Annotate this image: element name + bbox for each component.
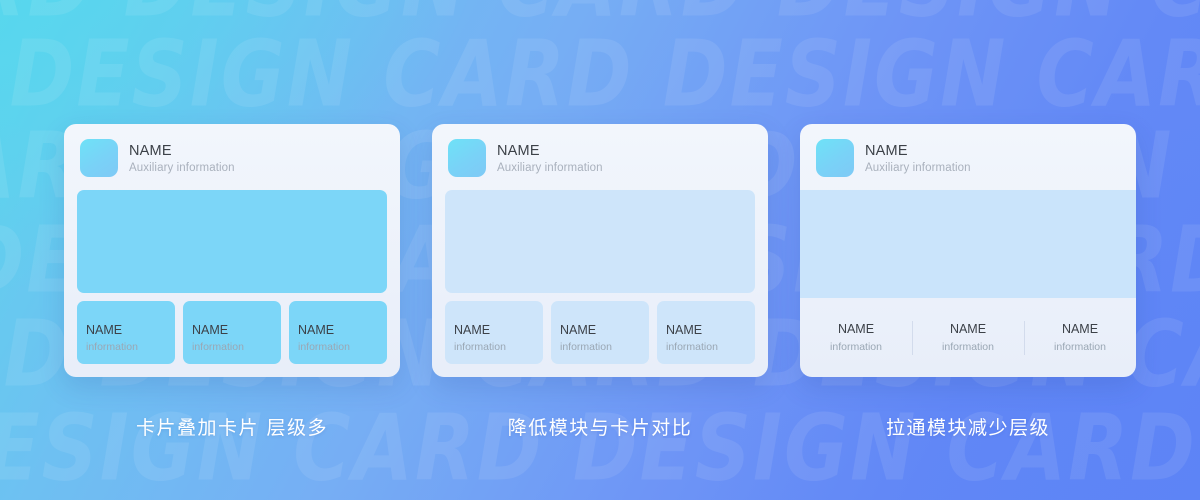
stat-name: NAME <box>837 322 875 336</box>
card-header-text: NAME Auxiliary information <box>497 143 603 174</box>
card-caption: 拉通模块减少层级 <box>885 417 1050 439</box>
stat-name: NAME <box>298 323 335 337</box>
card-design-comparison-board: CARD DESIGN CARD DESIGN CARD DESIGN CARD… <box>0 0 1200 500</box>
card-column-3: NAME Auxiliary information NAME informat… <box>800 124 1136 440</box>
stat-tile[interactable]: NAME information <box>445 301 543 364</box>
stat-tile-group: NAME information NAME information NAME i… <box>445 301 755 364</box>
stat-info: information <box>298 341 350 353</box>
card-caption: 降低模块与卡片对比 <box>507 417 693 439</box>
stat-name: NAME <box>86 323 123 337</box>
card-header: NAME Auxiliary information <box>64 124 400 190</box>
content-module <box>77 190 387 293</box>
stat-name: NAME <box>1061 322 1099 336</box>
content-module <box>445 190 755 293</box>
stat-info: information <box>454 341 506 353</box>
stat-info: information <box>560 341 612 353</box>
card-subtitle: Auxiliary information <box>497 161 603 174</box>
stat-info: information <box>942 341 994 353</box>
stat-tile[interactable]: NAME information <box>77 301 175 364</box>
content-module <box>800 190 1136 298</box>
card-sample-1[interactable]: NAME Auxiliary information NAME informat… <box>64 124 400 377</box>
stat-tile[interactable]: NAME information <box>657 301 755 364</box>
card-list: NAME Auxiliary information NAME informat… <box>0 0 1200 500</box>
card-header-text: NAME Auxiliary information <box>865 143 971 174</box>
stat-info: information <box>666 341 718 353</box>
card-column-2: NAME Auxiliary information NAME informat… <box>432 124 768 440</box>
stat-tile[interactable]: NAME information <box>800 322 912 353</box>
stat-name: NAME <box>949 322 987 336</box>
stat-info: information <box>1054 341 1106 353</box>
avatar <box>80 139 118 177</box>
stat-tile[interactable]: NAME information <box>183 301 281 364</box>
card-sample-3[interactable]: NAME Auxiliary information NAME informat… <box>800 124 1136 377</box>
stat-name: NAME <box>192 323 229 337</box>
stat-name: NAME <box>560 323 597 337</box>
card-body: NAME information NAME information NAME i… <box>800 190 1136 377</box>
card-title: NAME <box>497 142 540 159</box>
card-body: NAME information NAME information NAME i… <box>64 190 400 377</box>
card-header-text: NAME Auxiliary information <box>129 143 235 174</box>
stat-tile-group: NAME information NAME information NAME i… <box>77 301 387 364</box>
card-subtitle: Auxiliary information <box>129 161 235 174</box>
card-subtitle: Auxiliary information <box>865 161 971 174</box>
stat-tile-group: NAME information NAME information NAME i… <box>800 298 1136 377</box>
avatar <box>816 139 854 177</box>
stat-tile[interactable]: NAME information <box>551 301 649 364</box>
stat-tile[interactable]: NAME information <box>912 322 1024 353</box>
card-header: NAME Auxiliary information <box>432 124 768 190</box>
stat-name: NAME <box>454 323 491 337</box>
card-column-1: NAME Auxiliary information NAME informat… <box>64 124 400 440</box>
card-title: NAME <box>865 142 908 159</box>
avatar <box>448 139 486 177</box>
stat-tile[interactable]: NAME information <box>1024 322 1136 353</box>
stat-info: information <box>86 341 138 353</box>
card-header: NAME Auxiliary information <box>800 124 1136 190</box>
stat-tile[interactable]: NAME information <box>289 301 387 364</box>
stat-name: NAME <box>666 323 703 337</box>
card-caption: 卡片叠加卡片 层级多 <box>135 417 329 439</box>
stat-info: information <box>192 341 244 353</box>
card-sample-2[interactable]: NAME Auxiliary information NAME informat… <box>432 124 768 377</box>
card-title: NAME <box>129 142 172 159</box>
stat-info: information <box>830 341 882 353</box>
card-body: NAME information NAME information NAME i… <box>432 190 768 377</box>
